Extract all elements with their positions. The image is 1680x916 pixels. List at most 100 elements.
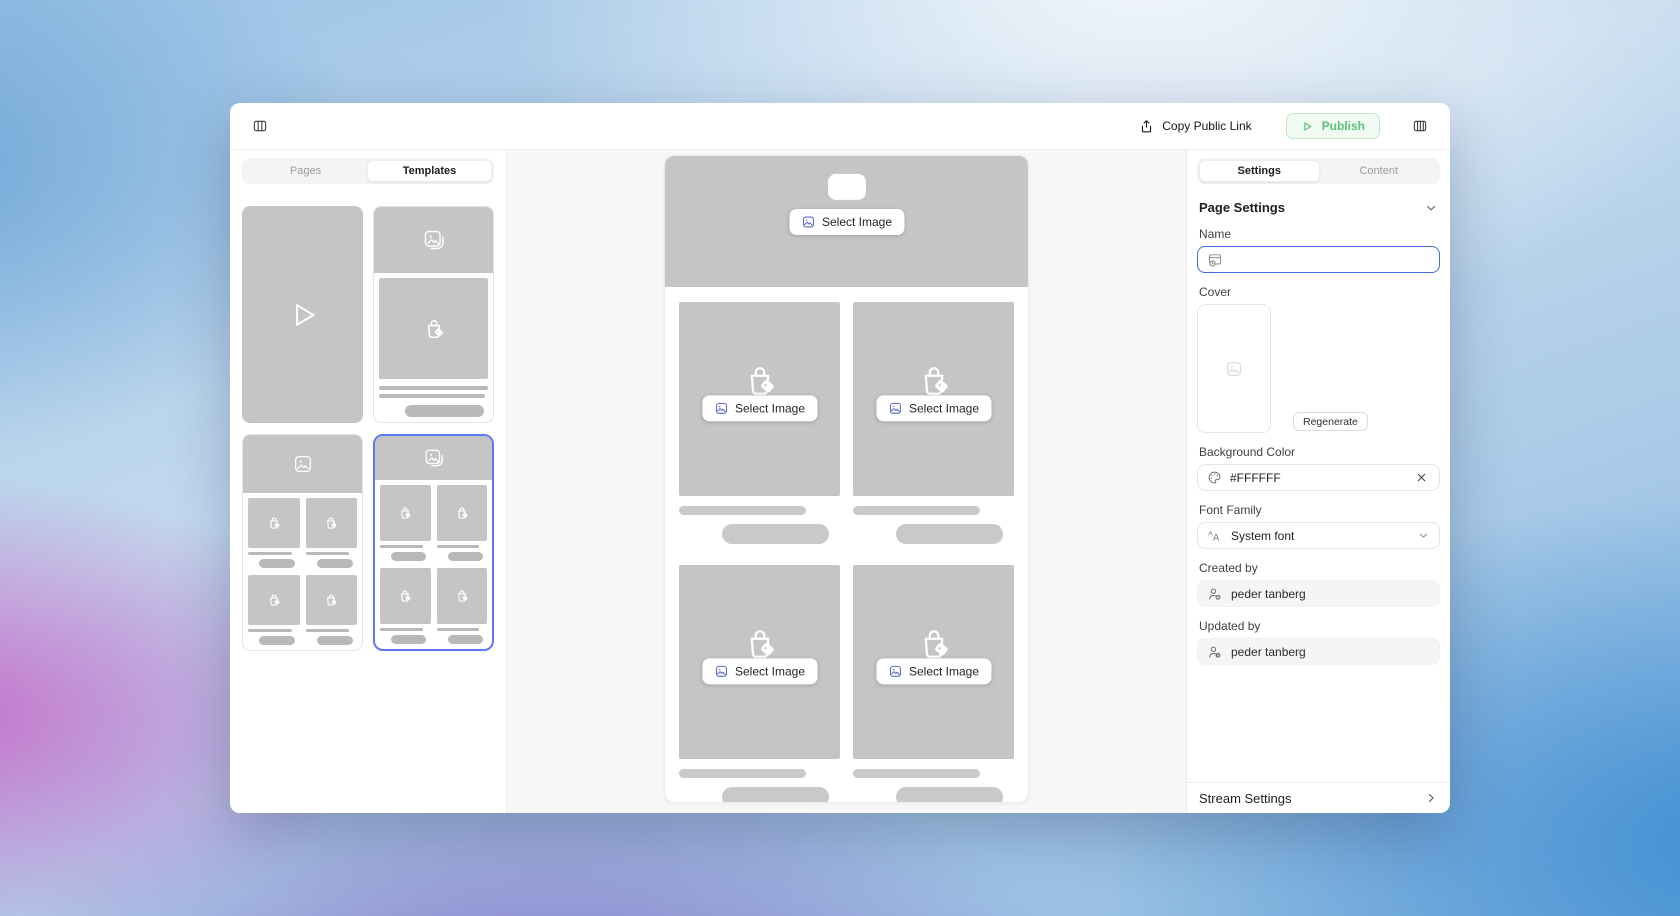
skeleton-line	[248, 629, 292, 632]
tab-content[interactable]: Content	[1320, 160, 1439, 182]
left-panel-toggle-button[interactable]	[248, 114, 272, 138]
template-body	[374, 273, 493, 422]
skeleton-line	[380, 545, 423, 548]
image-icon	[888, 401, 902, 415]
template-thumb-single-product[interactable]	[373, 206, 494, 423]
product-image-placeholder: Select Image	[853, 565, 1014, 759]
font-aa-icon: A A	[1207, 528, 1223, 544]
image-icon	[292, 453, 314, 475]
select-image-label: Select Image	[735, 401, 805, 415]
skeleton-line	[679, 506, 806, 515]
palette-icon	[1207, 470, 1222, 485]
app-window: Copy Public Link Publish	[230, 103, 1450, 813]
skeleton-line	[379, 386, 488, 390]
skeleton-pill	[259, 559, 295, 568]
updated-by-field: peder tanberg	[1197, 638, 1440, 665]
font-family-label: Font Family	[1199, 503, 1438, 517]
mini-product-cell	[380, 568, 431, 644]
skeleton-pill	[405, 405, 483, 417]
skeleton-pill	[896, 524, 1002, 544]
cover-image-placeholder[interactable]	[1197, 304, 1271, 433]
background-color-label: Background Color	[1199, 445, 1438, 459]
product-grid: Select Image	[665, 287, 1028, 803]
svg-text:A: A	[1213, 532, 1220, 542]
skeleton-pill	[391, 552, 426, 561]
template-header-placeholder	[375, 436, 492, 480]
skeleton-line	[853, 506, 980, 515]
skeleton-line	[853, 769, 980, 778]
select-image-button[interactable]: Select Image	[789, 209, 904, 235]
tab-templates[interactable]: Templates	[367, 160, 492, 182]
main-area: Pages Templates	[230, 150, 1450, 813]
publish-button[interactable]: Publish	[1286, 113, 1380, 139]
mini-product-cell	[437, 568, 488, 644]
skeleton-pill	[317, 559, 353, 568]
name-input[interactable]	[1231, 253, 1430, 267]
tab-pages[interactable]: Pages	[244, 160, 367, 182]
publish-label: Publish	[1322, 119, 1365, 133]
select-image-button[interactable]: Select Image	[702, 395, 817, 421]
image-icon	[888, 664, 902, 678]
background-color-input[interactable]	[1230, 471, 1404, 485]
product-image-placeholder: Select Image	[679, 302, 840, 496]
select-image-button[interactable]: Select Image	[876, 658, 991, 684]
columns-layout-icon	[252, 118, 268, 134]
product-image-placeholder	[379, 278, 488, 379]
stream-settings-row[interactable]: Stream Settings	[1187, 782, 1450, 813]
template-header-placeholder	[243, 435, 362, 493]
right-sidebar-tabs: Settings Content	[1197, 158, 1440, 184]
skeleton-line	[306, 552, 350, 555]
stream-settings-label: Stream Settings	[1199, 791, 1292, 806]
publish-play-icon	[1301, 120, 1314, 133]
mini-product-cell	[306, 498, 358, 568]
skeleton-line	[248, 552, 292, 555]
hero-icon-ghost	[828, 173, 866, 199]
copy-public-link-label: Copy Public Link	[1162, 119, 1251, 133]
updated-by-value: peder tanberg	[1231, 645, 1306, 659]
user-edit-icon	[1207, 644, 1223, 660]
left-sidebar: Pages Templates	[230, 150, 507, 813]
select-image-label: Select Image	[909, 664, 979, 678]
columns-layout-icon	[1412, 118, 1428, 134]
product-card: Select Image	[853, 302, 1014, 544]
skeleton-pill	[448, 552, 483, 561]
image-icon	[714, 664, 728, 678]
skeleton-pill	[722, 524, 828, 544]
mini-product-cell	[248, 575, 300, 645]
skeleton-line	[679, 769, 806, 778]
skeleton-line	[380, 628, 423, 631]
select-image-button[interactable]: Select Image	[876, 395, 991, 421]
mini-product-cell	[248, 498, 300, 568]
image-icon	[801, 215, 815, 229]
tab-settings[interactable]: Settings	[1199, 160, 1320, 182]
photos-stack-icon	[422, 228, 446, 252]
photos-stack-icon	[423, 447, 445, 469]
copy-public-link-button[interactable]: Copy Public Link	[1133, 118, 1257, 135]
page-name-icon	[1207, 252, 1223, 268]
template-thumb-grid-tall-selected[interactable]	[373, 434, 494, 651]
skeleton-line	[437, 628, 480, 631]
right-panel-toggle-button[interactable]	[1408, 114, 1432, 138]
name-field	[1197, 246, 1440, 273]
skeleton-line	[379, 394, 485, 398]
regenerate-button[interactable]: Regenerate	[1293, 412, 1368, 431]
created-by-field: peder tanberg	[1197, 580, 1440, 607]
right-sidebar: Settings Content Page Settings Name	[1186, 150, 1450, 813]
font-family-select[interactable]: A A System font	[1197, 522, 1440, 549]
select-image-button[interactable]: Select Image	[702, 658, 817, 684]
skeleton-pill	[317, 636, 353, 645]
close-icon	[1415, 471, 1428, 484]
template-thumb-grid-square[interactable]	[242, 434, 363, 651]
template-thumb-video[interactable]	[242, 206, 363, 423]
updated-by-label: Updated by	[1199, 619, 1438, 633]
skeleton-pill	[391, 635, 426, 644]
template-grid	[242, 206, 494, 651]
skeleton-line	[306, 629, 350, 632]
clear-color-button[interactable]	[1412, 469, 1430, 487]
page-settings-section-header[interactable]: Page Settings	[1199, 200, 1438, 215]
select-image-label: Select Image	[909, 401, 979, 415]
play-icon	[285, 297, 321, 333]
left-sidebar-tabs: Pages Templates	[242, 158, 494, 184]
mini-product-cell	[437, 485, 488, 561]
skeleton-pill	[896, 787, 1002, 803]
